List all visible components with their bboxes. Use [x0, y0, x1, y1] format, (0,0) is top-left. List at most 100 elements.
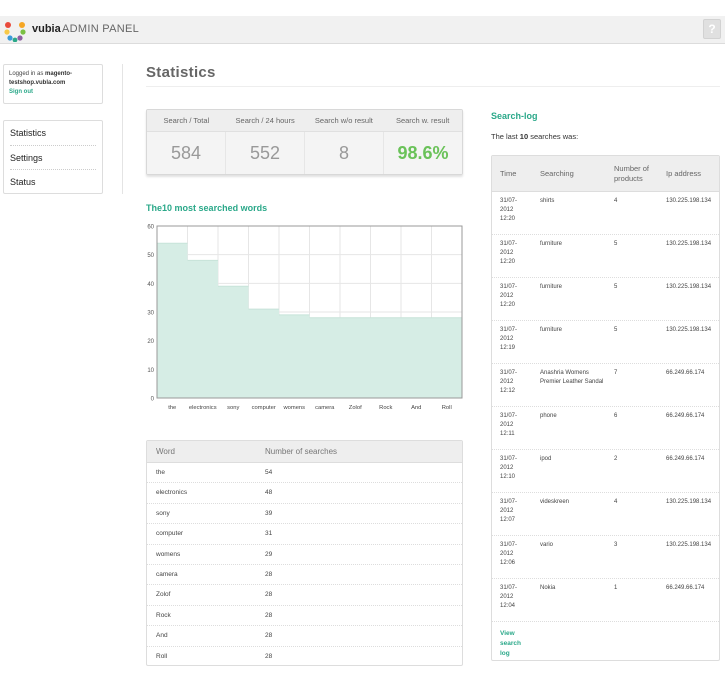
table-row: Zolof 28: [147, 585, 462, 606]
search-cell: ipod: [540, 456, 552, 462]
chart-y-tick-label: 50: [147, 253, 154, 259]
count-cell: 48: [265, 489, 273, 497]
chart-bar: [157, 243, 188, 398]
word-cell: sony: [156, 509, 170, 517]
table-row: womens 29: [147, 545, 462, 565]
count-cell: 28: [265, 632, 273, 640]
sidebar-divider: [122, 64, 123, 194]
table-row: 31/07- 2012 12:20 furniture 5 130.225.198.134: [492, 235, 719, 278]
table-row: And 28: [147, 626, 462, 647]
stat-value-with-result: 98.6%: [383, 132, 462, 174]
word-cell: the: [156, 469, 166, 476]
table-row: 31/07- 2012 12:11 phone 6 66.249.66.174: [492, 407, 719, 450]
chart-y-tick-label: 30: [147, 311, 154, 317]
search-log-subtitle-count: 10: [519, 132, 529, 141]
chart-x-tick-label: the: [168, 405, 176, 411]
ip-cell: 130.225.198.134: [666, 542, 712, 548]
products-cell: 3: [614, 542, 618, 548]
stat-value-no-result: 8: [304, 132, 383, 174]
chart-bar: [187, 260, 218, 398]
ip-cell: 66.249.66.174: [666, 370, 705, 376]
sidebar-item-status[interactable]: Status: [10, 170, 96, 195]
view-search-log-link[interactable]: View search log: [492, 622, 532, 659]
products-cell: 6: [614, 413, 618, 419]
chart-bar: [218, 286, 249, 398]
search-log-subtitle-prefix: The last: [491, 132, 518, 141]
logged-in-label: Logged in as: [9, 71, 44, 77]
search-log-title: Search-log: [491, 111, 538, 121]
chart-title-count: 10: [162, 203, 173, 213]
table-row: camera 28: [147, 565, 462, 586]
table-row: Rock 28: [147, 606, 462, 627]
login-info: Logged in as magento-testshop.vubla.com …: [3, 64, 103, 104]
products-cell: 1: [614, 585, 618, 591]
sidebar-item-settings[interactable]: Settings: [10, 146, 96, 170]
ip-cell: 130.225.198.134: [666, 241, 712, 247]
time-cell: 31/07- 2012 12:20: [500, 198, 518, 222]
words-table: Word Number of searches the 54 electronics…: [146, 440, 463, 666]
time-cell: 31/07- 2012 12:11: [500, 413, 518, 437]
chart-bar: [279, 314, 310, 398]
count-cell: 29: [265, 550, 273, 558]
word-cell: camera: [156, 570, 178, 578]
time-cell: 31/07- 2012 12:10: [500, 456, 518, 480]
chart-y-tick-label: 10: [147, 368, 154, 374]
count-cell: 28: [265, 652, 273, 660]
products-cell: 4: [614, 499, 618, 505]
ip-cell: 130.225.198.134: [666, 284, 712, 290]
ip-cell: 130.225.198.134: [666, 499, 712, 505]
table-row: Roll 28: [147, 647, 462, 665]
products-cell: 4: [614, 198, 618, 204]
chart-x-tick-label: Roll: [442, 405, 452, 411]
search-cell: vario: [540, 542, 554, 548]
time-cell: 31/07- 2012 12:07: [500, 499, 518, 523]
panel-title: ADMIN PANEL: [62, 23, 140, 35]
chart-bar: [248, 309, 279, 398]
help-button[interactable]: ?: [703, 19, 721, 39]
word-cell: And: [156, 632, 168, 640]
table-row: sony 39: [147, 504, 462, 525]
stat-value-total: 584: [170, 143, 202, 163]
word-cell: Zolof: [156, 591, 171, 599]
chart-bar: [401, 317, 432, 398]
search-cell: Anashria Womens Premier Leather Sandal: [540, 370, 604, 385]
ip-cell: 130.225.198.134: [666, 327, 712, 333]
sign-out-link[interactable]: Sign out: [9, 89, 33, 95]
time-cell: 31/07- 2012 12:19: [500, 327, 518, 351]
word-cell: Roll: [156, 652, 168, 660]
search-log-table: Time Searching Number of products Ip add…: [491, 155, 720, 661]
chart-title: The10 most searched words: [146, 203, 267, 213]
count-cell: 31: [265, 530, 273, 538]
table-row: 31/07- 2012 12:10 ipod 2 66.249.66.174: [492, 450, 719, 493]
ip-cell: 66.249.66.174: [666, 585, 705, 591]
chart-title-suffix: most searched words: [174, 203, 268, 213]
chart-bar: [431, 317, 462, 398]
table-row: 31/07- 2012 12:20 furniture 5 130.225.198.134: [492, 278, 719, 321]
stat-value-24h: 552: [225, 132, 304, 174]
words-header-count: Number of searches: [265, 447, 338, 456]
top-bar: vubia ADMIN PANEL ?: [0, 16, 725, 44]
log-header-products: Number of products: [614, 164, 650, 183]
log-header-searching: Searching: [540, 169, 574, 178]
log-header-ip: Ip address: [666, 169, 702, 178]
table-row: 31/07- 2012 12:04 Nokia 1 66.249.66.174: [492, 579, 719, 622]
count-cell: 28: [265, 591, 273, 599]
table-row: 31/07- 2012 12:19 furniture 5 130.225.198.134: [492, 321, 719, 364]
chart-y-tick-label: 0: [151, 397, 155, 403]
table-row: computer 31: [147, 524, 462, 545]
chart-bar: [370, 317, 401, 398]
count-cell: 28: [265, 611, 273, 619]
table-row: 31/07- 2012 12:07 videskreen 4 130.225.198.13…: [492, 493, 719, 536]
sidebar-item-statistics[interactable]: Statistics: [10, 121, 96, 146]
search-log-subtitle-suffix: searches was:: [530, 132, 579, 141]
chart-x-tick-label: camera: [315, 405, 335, 411]
products-cell: 5: [614, 241, 618, 247]
count-cell: 28: [265, 570, 273, 578]
page-title: Statistics: [146, 64, 216, 81]
search-cell: phone: [540, 413, 557, 419]
stat-header-total: Search / Total: [163, 116, 210, 125]
time-cell: 31/07- 2012 12:20: [500, 241, 518, 265]
table-row: 31/07- 2012 12:12 Anashria Womens Premier L…: [492, 364, 719, 407]
table-row: electronics 48: [147, 483, 462, 504]
chart-x-tick-label: sony: [227, 405, 239, 411]
